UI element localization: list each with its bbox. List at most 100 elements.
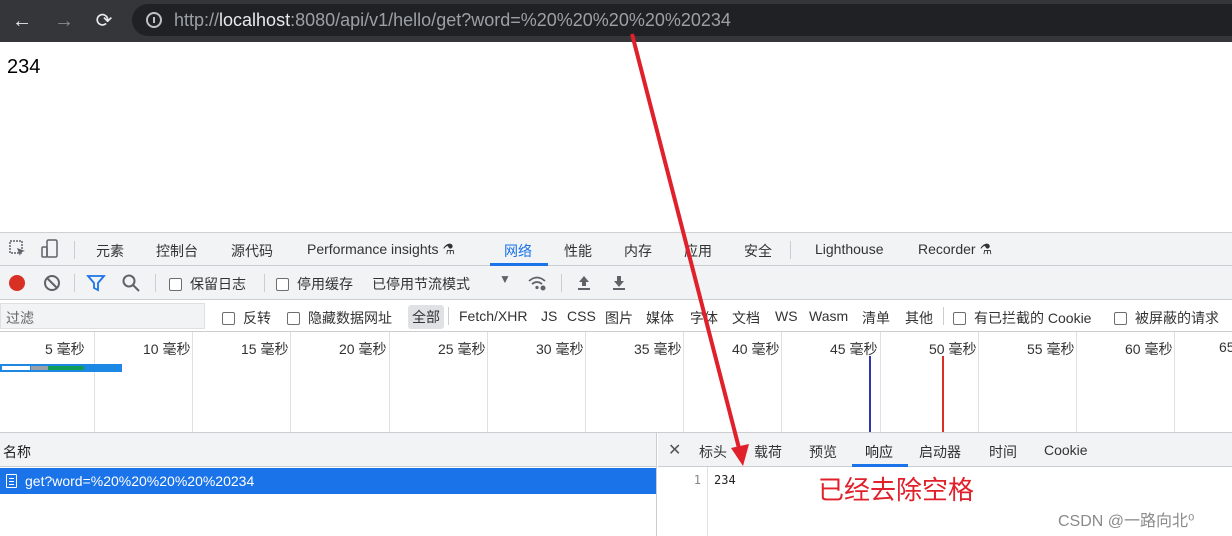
timeline-gridline: [1076, 332, 1077, 432]
timeline-tick-label: 60 毫秒: [1125, 341, 1173, 357]
throttle-label: 已停用节流模式: [372, 276, 470, 292]
timeline-tick-label: 20 毫秒: [339, 341, 387, 357]
hide-data-urls-checkbox[interactable]: 隐藏数据网址: [287, 308, 392, 328]
invert-label: 反转: [243, 310, 271, 326]
tab-network[interactable]: 网络: [504, 241, 532, 261]
tab-application[interactable]: 应用: [684, 241, 712, 261]
disable-cache-checkbox[interactable]: 停用缓存: [276, 274, 353, 294]
detail-tab-response[interactable]: 响应: [865, 442, 893, 462]
tab-recorder[interactable]: Recorder ⚗: [918, 241, 992, 258]
forward-arrow-icon[interactable]: →: [50, 7, 78, 35]
devtools-tab-bar: 元素 控制台 源代码 Performance insights ⚗ 网络 性能 内存 应用 安全…: [0, 233, 1232, 266]
disable-cache-label: 停用缓存: [297, 276, 353, 292]
timeline-gridline: [1174, 332, 1175, 432]
load-event-line: [942, 356, 944, 432]
hide-data-urls-label: 隐藏数据网址: [308, 310, 392, 326]
reload-icon[interactable]: ⟳: [90, 7, 118, 35]
filter-input[interactable]: 过滤: [0, 303, 205, 329]
checkbox-box[interactable]: [276, 278, 289, 291]
table-row[interactable]: get?word=%20%20%20%20%20234: [0, 468, 656, 494]
checkbox-box[interactable]: [287, 312, 300, 325]
clear-icon[interactable]: [42, 273, 62, 293]
throttle-select[interactable]: 已停用节流模式: [372, 274, 470, 294]
record-icon[interactable]: [7, 273, 27, 293]
type-filter-2[interactable]: JS: [541, 308, 557, 324]
network-overview-timeline[interactable]: 5 毫秒 10 毫秒 15 毫秒 20 毫秒 25 毫秒 30 毫秒 35 毫秒 40 毫秒 4…: [0, 332, 1232, 433]
page-viewport: 234: [0, 42, 1232, 232]
site-info-icon[interactable]: [146, 12, 162, 28]
dom-content-loaded-line: [869, 356, 871, 432]
detail-tab-preview[interactable]: 预览: [809, 442, 837, 462]
timeline-tick-label: 30 毫秒: [536, 341, 584, 357]
chevron-down-icon[interactable]: ▼: [499, 272, 511, 286]
device-toolbar-icon[interactable]: [40, 239, 60, 259]
timeline-gridline: [585, 332, 586, 432]
type-filter-10[interactable]: 清单: [862, 308, 890, 328]
detail-tab-cookies[interactable]: Cookie: [1044, 442, 1088, 458]
type-filter-11[interactable]: 其他: [905, 308, 933, 328]
type-filter-4[interactable]: 图片: [605, 308, 633, 328]
type-filter-8[interactable]: WS: [775, 308, 798, 324]
divider: [943, 307, 944, 325]
type-filter-5[interactable]: 媒体: [646, 308, 674, 328]
checkbox-box[interactable]: [169, 278, 182, 291]
preserve-log-checkbox[interactable]: 保留日志: [169, 274, 246, 294]
timeline-tick-label: 65: [1219, 339, 1232, 355]
filter-bar: 过滤 反转 隐藏数据网址 全部 Fetch/XHR JS CSS 图片 媒体 字体 文档 WS W…: [0, 300, 1232, 332]
tab-lighthouse[interactable]: Lighthouse: [815, 241, 884, 257]
close-icon[interactable]: ✕: [668, 440, 681, 460]
export-har-icon[interactable]: [609, 273, 629, 293]
tab-performance-insights[interactable]: Performance insights ⚗: [307, 241, 455, 258]
watermark: CSDN @一路向北⁰: [1058, 513, 1195, 530]
checkbox-box[interactable]: [222, 312, 235, 325]
filter-icon[interactable]: [86, 273, 106, 293]
timeline-gridline: [683, 332, 684, 432]
detail-tab-initiator[interactable]: 启动器: [919, 442, 961, 462]
preserve-log-label: 保留日志: [190, 276, 246, 292]
page-body-text: 234: [7, 56, 41, 78]
type-filter-9[interactable]: Wasm: [809, 308, 848, 324]
type-filter-7[interactable]: 文档: [732, 308, 760, 328]
tab-sources[interactable]: 源代码: [231, 241, 273, 261]
line-number: 1: [693, 473, 701, 487]
checkbox-box[interactable]: [1114, 312, 1127, 325]
request-name: get?word=%20%20%20%20%20234: [25, 473, 255, 489]
bar-segment-waiting: [48, 366, 84, 370]
divider: [74, 241, 75, 259]
checkbox-box[interactable]: [953, 312, 966, 325]
search-icon[interactable]: [121, 273, 141, 293]
inspect-element-icon[interactable]: [8, 239, 28, 259]
timeline-tick-label: 25 毫秒: [438, 341, 486, 357]
blocked-requests-checkbox[interactable]: 被屏蔽的请求: [1114, 308, 1219, 328]
tab-console[interactable]: 控制台: [156, 241, 198, 261]
detail-tab-payload[interactable]: 载荷: [754, 442, 782, 462]
network-toolbar: 保留日志 停用缓存 已停用节流模式 ▼: [0, 266, 1232, 300]
type-filter-0[interactable]: 全部: [408, 305, 444, 329]
name-column-header[interactable]: 名称: [0, 433, 656, 467]
blocked-cookies-checkbox[interactable]: 有已拦截的 Cookie: [953, 308, 1091, 328]
import-har-icon[interactable]: [574, 273, 594, 293]
tab-performance[interactable]: 性能: [564, 241, 592, 261]
devtools-panel: 元素 控制台 源代码 Performance insights ⚗ 网络 性能 内存 应用 安全…: [0, 232, 1232, 536]
divider: [155, 274, 156, 292]
back-arrow-icon[interactable]: ←: [8, 7, 36, 35]
address-bar[interactable]: http://localhost:8080/api/v1/hello/get?w…: [132, 4, 1232, 36]
divider: [264, 274, 265, 292]
divider: [561, 274, 562, 292]
type-filter-3[interactable]: CSS: [567, 308, 596, 324]
timeline-tick-label: 5 毫秒: [45, 341, 85, 357]
invert-checkbox[interactable]: 反转: [222, 308, 271, 328]
type-filter-6[interactable]: 字体: [690, 308, 718, 328]
tab-elements[interactable]: 元素: [96, 241, 124, 261]
network-conditions-icon[interactable]: [527, 273, 547, 293]
divider: [74, 274, 75, 292]
tab-security[interactable]: 安全: [744, 241, 772, 261]
response-body[interactable]: 234: [714, 473, 736, 487]
tab-memory[interactable]: 内存: [624, 241, 652, 261]
url-text[interactable]: http://localhost:8080/api/v1/hello/get?w…: [174, 10, 731, 31]
timeline-gridline: [290, 332, 291, 432]
type-filter-1[interactable]: Fetch/XHR: [459, 308, 527, 324]
detail-tab-timing[interactable]: 时间: [989, 442, 1017, 462]
detail-tab-headers[interactable]: 标头: [699, 442, 727, 462]
blocked-requests-label: 被屏蔽的请求: [1135, 310, 1219, 326]
